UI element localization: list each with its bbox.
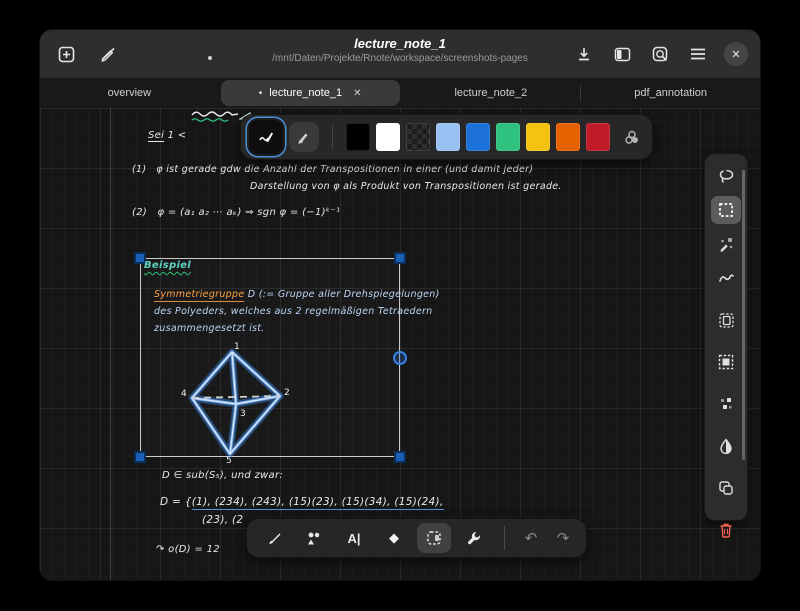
color-swatch-green[interactable] bbox=[496, 123, 520, 151]
tab-unsaved-dot: • bbox=[258, 87, 263, 99]
redo-button[interactable]: ↷ bbox=[550, 523, 576, 553]
sym-rest: D (:= Gruppe aller Drehspiegelungen) bbox=[244, 289, 440, 300]
vertex-label-3: 3 bbox=[240, 409, 246, 419]
resize-handle-bottom-left[interactable] bbox=[134, 451, 146, 463]
color-swatch-transparent[interactable] bbox=[406, 123, 430, 151]
line2-number: (2) bbox=[132, 207, 148, 218]
vertex-label-5: 5 bbox=[226, 456, 232, 464]
workspace-sidebar-toggle[interactable] bbox=[610, 42, 634, 66]
line2-text: φ = (a₁ a₂ ⋯ aₖ) ⇒ sgn φ = (−1)ᵏ⁻¹ bbox=[157, 207, 341, 218]
vertex-label-2: 2 bbox=[284, 388, 290, 398]
color-dialog-button[interactable] bbox=[620, 125, 644, 149]
shaper-pen-button[interactable] bbox=[297, 523, 331, 553]
single-stroke-select-button[interactable] bbox=[711, 230, 741, 258]
selector-options-panel bbox=[704, 153, 748, 538]
intersecting-path-select-button[interactable] bbox=[711, 264, 741, 292]
import-into-selection-button[interactable] bbox=[711, 306, 741, 334]
note-line-2: (2) φ = (a₁ a₂ ⋯ aₖ) ⇒ sgn φ = (−1)ᵏ⁻¹ bbox=[132, 207, 340, 218]
rnote-app-window: lecture_note_1 /mnt/Daten/Projekte/Rnote… bbox=[39, 29, 761, 581]
select-all-button[interactable] bbox=[711, 348, 741, 376]
set-items: (1), (234), (243), (15)(23), (15)(34), (… bbox=[191, 496, 444, 510]
tab-pdf-annotation[interactable]: pdf_annotation bbox=[581, 78, 760, 108]
selector-pen-button[interactable] bbox=[417, 523, 451, 553]
undo-icon: ↶ bbox=[524, 530, 538, 547]
color-swatch-white[interactable] bbox=[376, 123, 400, 151]
rotate-handle[interactable] bbox=[393, 350, 407, 365]
rectangle-select-button[interactable] bbox=[711, 196, 741, 224]
color-swatch-orange[interactable] bbox=[556, 123, 580, 151]
headerbar: lecture_note_1 /mnt/Daten/Projekte/Rnote… bbox=[40, 30, 760, 79]
popover-separator bbox=[332, 125, 333, 149]
undo-button[interactable]: ↶ bbox=[518, 523, 544, 553]
eraser-pen-button[interactable]: ◆ bbox=[377, 523, 411, 553]
resize-handle-top-right[interactable] bbox=[394, 252, 406, 264]
handwriting-sei-line: Sei 1 < bbox=[148, 130, 187, 142]
duplicate-selection-button[interactable] bbox=[711, 474, 741, 502]
typewriter-icon: A| bbox=[347, 530, 361, 546]
color-swatch-black[interactable] bbox=[346, 123, 370, 151]
octahedron-sketch: 1 2 3 4 5 bbox=[181, 342, 290, 464]
tab-bar: overview • lecture_note_1 ✕ lecture_note… bbox=[40, 78, 760, 108]
sym-line3: zusammengesetzt ist. bbox=[154, 323, 265, 334]
pen-picker-toolbar: A| ◆ ↶ ↷ bbox=[246, 518, 587, 558]
save-document-button[interactable] bbox=[572, 42, 596, 66]
set-line: D = {(1), (234), (243), (15)(23), (15)(3… bbox=[160, 496, 444, 510]
symmetriegruppe-word: Symmetriegruppe bbox=[154, 289, 245, 302]
sei-rest: 1 < bbox=[164, 130, 187, 141]
window-close-button[interactable]: ✕ bbox=[724, 42, 748, 66]
sei-word: Sei bbox=[148, 130, 165, 142]
main-menu-button[interactable] bbox=[686, 42, 710, 66]
resize-handle-bottom-right[interactable] bbox=[394, 451, 406, 463]
delete-selection-button[interactable] bbox=[711, 516, 741, 544]
color-swatch-red[interactable] bbox=[586, 123, 610, 151]
subgroup-line: D ∈ sub(S₅), und zwar: bbox=[162, 470, 284, 481]
close-icon: ✕ bbox=[731, 48, 741, 61]
set-line-2: (23), (2 bbox=[202, 514, 244, 526]
panel-scrollbar[interactable] bbox=[742, 170, 745, 460]
sym-line2: des Polyeders, welches aus 2 regelmäßige… bbox=[154, 306, 433, 317]
lasso-select-button[interactable] bbox=[711, 162, 741, 190]
brush-pen-button[interactable] bbox=[257, 523, 291, 553]
typewriter-pen-button[interactable]: A| bbox=[337, 523, 371, 553]
tab-label: overview bbox=[107, 87, 152, 99]
invert-selection-colors-button[interactable] bbox=[711, 432, 741, 460]
toolbar-separator bbox=[504, 526, 505, 550]
redo-icon: ↷ bbox=[556, 530, 570, 547]
pen-input-disabled-toggle[interactable] bbox=[96, 42, 120, 66]
deselect-all-button[interactable] bbox=[711, 390, 741, 418]
color-swatch-yellow[interactable] bbox=[526, 123, 550, 151]
fit-to-view-button[interactable] bbox=[648, 42, 672, 66]
tab-label: pdf_annotation bbox=[634, 87, 708, 99]
fill-color-toggle[interactable] bbox=[289, 122, 319, 152]
note-line-1b: Darstellung von φ als Produkt von Transp… bbox=[250, 181, 562, 192]
tab-lecture-note-2[interactable]: lecture_note_2 bbox=[402, 78, 581, 108]
note-line-1a: (1) φ ist gerade gdw die Anzahl der Tran… bbox=[132, 164, 533, 175]
eraser-icon: ◆ bbox=[389, 530, 399, 545]
color-swatch-blue[interactable] bbox=[466, 123, 490, 151]
vertex-label-1: 1 bbox=[234, 342, 240, 352]
symmetriegruppe-block: Symmetriegruppe D (:= Gruppe aller Drehs… bbox=[154, 286, 440, 337]
line1-number: (1) bbox=[132, 164, 147, 175]
vertex-label-4: 4 bbox=[181, 389, 187, 399]
tools-pen-button[interactable] bbox=[457, 523, 491, 553]
tab-close-icon[interactable]: ✕ bbox=[353, 88, 361, 99]
stroke-color-toggle[interactable] bbox=[249, 120, 283, 154]
page-left-border bbox=[110, 108, 111, 580]
tab-overview[interactable]: overview bbox=[40, 78, 219, 108]
new-tab-button[interactable] bbox=[54, 42, 78, 66]
tab-label: lecture_note_1 bbox=[269, 87, 343, 99]
tab-lecture-note-1[interactable]: • lecture_note_1 ✕ bbox=[220, 80, 400, 106]
tab-label: lecture_note_2 bbox=[454, 87, 528, 99]
stroke-style-popover bbox=[240, 114, 653, 160]
color-swatch-lightblue[interactable] bbox=[436, 123, 460, 151]
line1-text: φ ist gerade gdw die Anzahl der Transpos… bbox=[156, 164, 534, 175]
beispiel-label: Beispiel bbox=[144, 260, 191, 271]
set-prefix: D = { bbox=[160, 496, 192, 508]
unsaved-changes-dot bbox=[208, 56, 212, 60]
order-line: ↷ o(D) = 12 bbox=[156, 544, 220, 555]
drawing-canvas[interactable]: Sei 1 < (1) φ ist gerade gdw die Anzahl … bbox=[40, 108, 760, 580]
